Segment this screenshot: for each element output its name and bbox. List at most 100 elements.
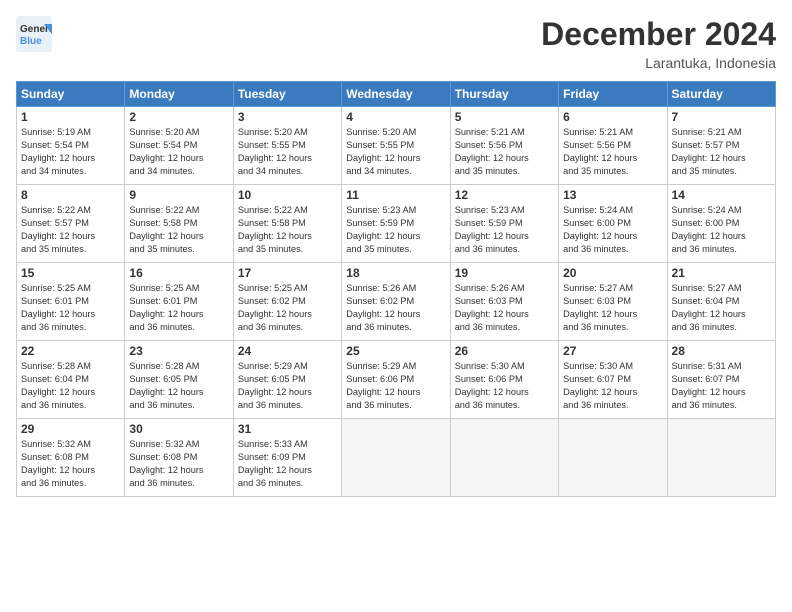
day-number: 5 — [455, 110, 554, 124]
calendar-cell: 22 Sunrise: 5:28 AMSunset: 6:04 PMDayligh… — [17, 341, 125, 419]
day-number: 27 — [563, 344, 662, 358]
day-number: 24 — [238, 344, 337, 358]
calendar-cell: 10 Sunrise: 5:22 AMSunset: 5:58 PMDayligh… — [233, 185, 341, 263]
calendar-cell: 26 Sunrise: 5:30 AMSunset: 6:06 PMDayligh… — [450, 341, 558, 419]
day-info: Sunrise: 5:22 AMSunset: 5:57 PMDaylight:… — [21, 204, 120, 256]
calendar-cell: 28 Sunrise: 5:31 AMSunset: 6:07 PMDayligh… — [667, 341, 775, 419]
day-info: Sunrise: 5:30 AMSunset: 6:06 PMDaylight:… — [455, 360, 554, 412]
header-row: Sunday Monday Tuesday Wednesday Thursday… — [17, 82, 776, 107]
day-number: 13 — [563, 188, 662, 202]
day-info: Sunrise: 5:32 AMSunset: 6:08 PMDaylight:… — [21, 438, 120, 490]
day-info: Sunrise: 5:26 AMSunset: 6:02 PMDaylight:… — [346, 282, 445, 334]
calendar-week-4: 22 Sunrise: 5:28 AMSunset: 6:04 PMDayligh… — [17, 341, 776, 419]
day-info: Sunrise: 5:27 AMSunset: 6:04 PMDaylight:… — [672, 282, 771, 334]
day-number: 30 — [129, 422, 228, 436]
day-number: 4 — [346, 110, 445, 124]
calendar-week-5: 29 Sunrise: 5:32 AMSunset: 6:08 PMDayligh… — [17, 419, 776, 497]
day-info: Sunrise: 5:21 AMSunset: 5:57 PMDaylight:… — [672, 126, 771, 178]
calendar-cell: 17Sunrise: 5:25 AMSunset: 6:02 PMDayligh… — [233, 263, 341, 341]
calendar-cell — [667, 419, 775, 497]
day-number: 2 — [129, 110, 228, 124]
day-number: 18 — [346, 266, 445, 280]
day-number: 1 — [21, 110, 120, 124]
calendar-cell: 8Sunrise: 5:22 AMSunset: 5:57 PMDaylight… — [17, 185, 125, 263]
calendar-cell: 9 Sunrise: 5:22 AMSunset: 5:58 PMDaylight… — [125, 185, 233, 263]
calendar-cell: 16 Sunrise: 5:25 AMSunset: 6:01 PMDayligh… — [125, 263, 233, 341]
day-info: Sunrise: 5:28 AMSunset: 6:05 PMDaylight:… — [129, 360, 228, 412]
location: Larantuka, Indonesia — [541, 55, 776, 71]
day-number: 14 — [672, 188, 771, 202]
day-info: Sunrise: 5:24 AMSunset: 6:00 PMDaylight:… — [563, 204, 662, 256]
calendar-week-2: 8Sunrise: 5:22 AMSunset: 5:57 PMDaylight… — [17, 185, 776, 263]
day-info: Sunrise: 5:20 AMSunset: 5:54 PMDaylight:… — [129, 126, 228, 178]
calendar-cell: 13 Sunrise: 5:24 AMSunset: 6:00 PMDayligh… — [559, 185, 667, 263]
calendar-cell: 2 Sunrise: 5:20 AMSunset: 5:54 PMDaylight… — [125, 107, 233, 185]
day-info: Sunrise: 5:29 AMSunset: 6:06 PMDaylight:… — [346, 360, 445, 412]
day-number: 20 — [563, 266, 662, 280]
calendar-body: 1 Sunrise: 5:19 AMSunset: 5:54 PMDaylight… — [17, 107, 776, 497]
day-number: 9 — [129, 188, 228, 202]
day-number: 11 — [346, 188, 445, 202]
day-info: Sunrise: 5:24 AMSunset: 6:00 PMDaylight:… — [672, 204, 771, 256]
day-info: Sunrise: 5:31 AMSunset: 6:07 PMDaylight:… — [672, 360, 771, 412]
day-info: Sunrise: 5:25 AMSunset: 6:02 PMDaylight:… — [238, 282, 337, 334]
day-info: Sunrise: 5:19 AMSunset: 5:54 PMDaylight:… — [21, 126, 120, 178]
day-info: Sunrise: 5:22 AMSunset: 5:58 PMDaylight:… — [238, 204, 337, 256]
day-info: Sunrise: 5:20 AMSunset: 5:55 PMDaylight:… — [238, 126, 337, 178]
header: General Blue December 2024 Larantuka, In… — [16, 16, 776, 71]
calendar-cell: 19 Sunrise: 5:26 AMSunset: 6:03 PMDayligh… — [450, 263, 558, 341]
day-info: Sunrise: 5:33 AMSunset: 6:09 PMDaylight:… — [238, 438, 337, 490]
calendar-cell: 15Sunrise: 5:25 AMSunset: 6:01 PMDayligh… — [17, 263, 125, 341]
day-info: Sunrise: 5:25 AMSunset: 6:01 PMDaylight:… — [129, 282, 228, 334]
calendar-cell: 4 Sunrise: 5:20 AMSunset: 5:55 PMDaylight… — [342, 107, 450, 185]
calendar-cell: 3 Sunrise: 5:20 AMSunset: 5:55 PMDaylight… — [233, 107, 341, 185]
day-info: Sunrise: 5:26 AMSunset: 6:03 PMDaylight:… — [455, 282, 554, 334]
logo: General Blue — [16, 16, 52, 57]
calendar-cell: 29 Sunrise: 5:32 AMSunset: 6:08 PMDayligh… — [17, 419, 125, 497]
day-info: Sunrise: 5:21 AMSunset: 5:56 PMDaylight:… — [563, 126, 662, 178]
day-info: Sunrise: 5:29 AMSunset: 6:05 PMDaylight:… — [238, 360, 337, 412]
day-info: Sunrise: 5:30 AMSunset: 6:07 PMDaylight:… — [563, 360, 662, 412]
day-number: 29 — [21, 422, 120, 436]
calendar-cell: 31 Sunrise: 5:33 AMSunset: 6:09 PMDayligh… — [233, 419, 341, 497]
day-number: 12 — [455, 188, 554, 202]
calendar-cell: 1 Sunrise: 5:19 AMSunset: 5:54 PMDaylight… — [17, 107, 125, 185]
day-number: 10 — [238, 188, 337, 202]
col-tuesday: Tuesday — [233, 82, 341, 107]
day-info: Sunrise: 5:22 AMSunset: 5:58 PMDaylight:… — [129, 204, 228, 256]
calendar-week-3: 15Sunrise: 5:25 AMSunset: 6:01 PMDayligh… — [17, 263, 776, 341]
day-number: 21 — [672, 266, 771, 280]
day-number: 16 — [129, 266, 228, 280]
day-info: Sunrise: 5:20 AMSunset: 5:55 PMDaylight:… — [346, 126, 445, 178]
day-info: Sunrise: 5:27 AMSunset: 6:03 PMDaylight:… — [563, 282, 662, 334]
day-info: Sunrise: 5:28 AMSunset: 6:04 PMDaylight:… — [21, 360, 120, 412]
day-number: 26 — [455, 344, 554, 358]
day-number: 6 — [563, 110, 662, 124]
day-number: 19 — [455, 266, 554, 280]
calendar-cell: 23 Sunrise: 5:28 AMSunset: 6:05 PMDayligh… — [125, 341, 233, 419]
title-section: December 2024 Larantuka, Indonesia — [541, 16, 776, 71]
calendar-cell: 14 Sunrise: 5:24 AMSunset: 6:00 PMDayligh… — [667, 185, 775, 263]
day-info: Sunrise: 5:32 AMSunset: 6:08 PMDaylight:… — [129, 438, 228, 490]
day-number: 28 — [672, 344, 771, 358]
page-container: General Blue December 2024 Larantuka, In… — [0, 0, 792, 505]
calendar-cell: 5Sunrise: 5:21 AMSunset: 5:56 PMDaylight… — [450, 107, 558, 185]
calendar-cell: 30 Sunrise: 5:32 AMSunset: 6:08 PMDayligh… — [125, 419, 233, 497]
day-number: 23 — [129, 344, 228, 358]
day-number: 7 — [672, 110, 771, 124]
calendar-cell: 27 Sunrise: 5:30 AMSunset: 6:07 PMDayligh… — [559, 341, 667, 419]
day-number: 22 — [21, 344, 120, 358]
day-number: 3 — [238, 110, 337, 124]
month-title: December 2024 — [541, 16, 776, 53]
day-number: 31 — [238, 422, 337, 436]
calendar-cell: 24 Sunrise: 5:29 AMSunset: 6:05 PMDayligh… — [233, 341, 341, 419]
day-info: Sunrise: 5:23 AMSunset: 5:59 PMDaylight:… — [455, 204, 554, 256]
col-thursday: Thursday — [450, 82, 558, 107]
calendar-cell — [559, 419, 667, 497]
calendar-cell: 12 Sunrise: 5:23 AMSunset: 5:59 PMDayligh… — [450, 185, 558, 263]
calendar-cell: 18 Sunrise: 5:26 AMSunset: 6:02 PMDayligh… — [342, 263, 450, 341]
calendar-cell: 11Sunrise: 5:23 AMSunset: 5:59 PMDayligh… — [342, 185, 450, 263]
calendar-week-1: 1 Sunrise: 5:19 AMSunset: 5:54 PMDaylight… — [17, 107, 776, 185]
calendar-cell: 20 Sunrise: 5:27 AMSunset: 6:03 PMDayligh… — [559, 263, 667, 341]
calendar-cell — [342, 419, 450, 497]
